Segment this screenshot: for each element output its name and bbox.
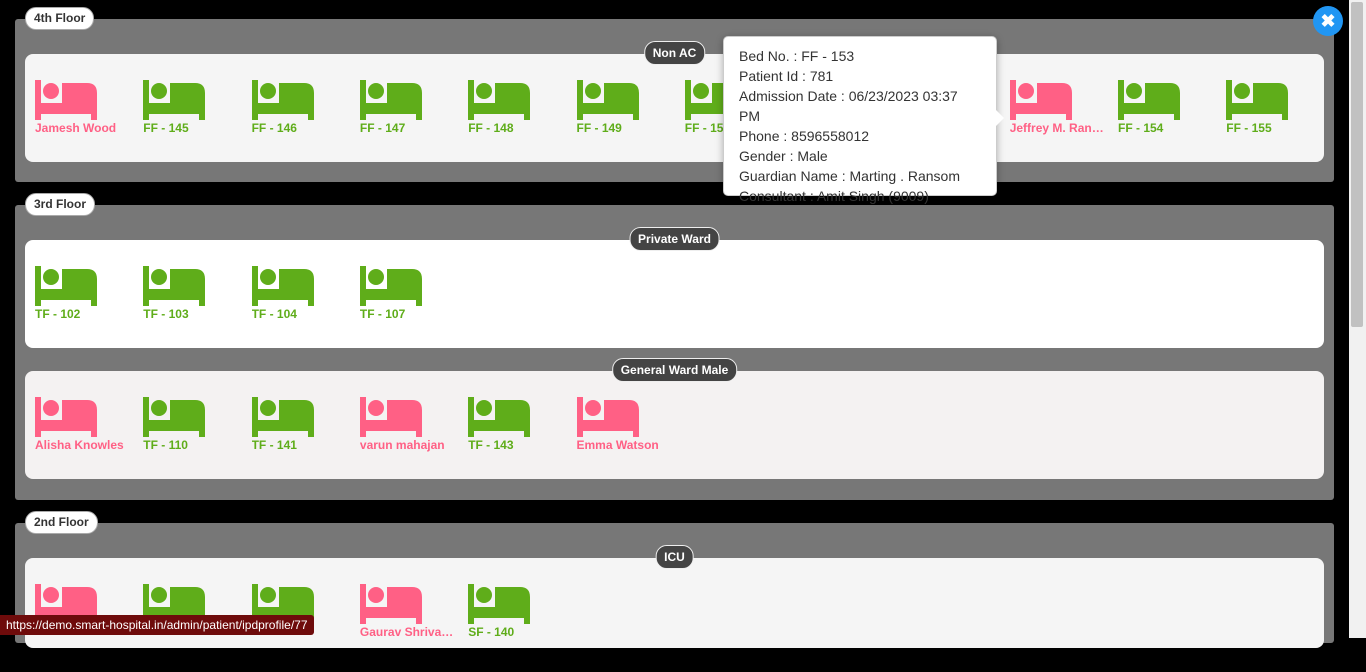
bed-item[interactable]: Jamesh Wood	[35, 80, 135, 140]
bed-icon	[251, 80, 314, 120]
ward-label: Non AC	[643, 41, 706, 65]
bed-item[interactable]	[35, 584, 135, 644]
bed-icon	[35, 80, 97, 120]
bed-item[interactable]: TF - 141	[251, 397, 352, 457]
bed-item[interactable]: FF - 154	[1118, 80, 1218, 140]
bed-item[interactable]: FF - 146	[251, 80, 352, 140]
bed-label: Emma Watson	[576, 438, 659, 452]
bed-icon	[35, 397, 97, 437]
bed-label: FF - 147	[359, 121, 406, 135]
bed-label: Gaurav Shrivastava	[359, 625, 456, 639]
bed-label: TF - 107	[359, 307, 406, 321]
bed-item[interactable]: FF - 148	[468, 80, 568, 140]
ward-label: Private Ward	[629, 227, 720, 251]
tooltip-arrow	[996, 110, 1004, 126]
bed-label: TF - 102	[35, 307, 81, 321]
bed-label: TF - 110	[143, 438, 188, 452]
close-icon: ✖	[1320, 11, 1336, 31]
bed-icon	[251, 266, 314, 306]
tooltip-guardian: Guardian Name : Marting . Ransom	[739, 168, 960, 184]
bed-label: FF - 155	[1226, 121, 1272, 135]
bed-icon	[359, 584, 422, 624]
bed-item[interactable]: TF - 103	[143, 266, 243, 326]
bed-icon	[143, 80, 206, 120]
bed-item[interactable]: FF - 145	[143, 80, 243, 140]
floor-4th: 4th Floor Non AC Jamesh Wood FF - 145 FF -…	[15, 7, 1334, 182]
ward-general-male: General Ward Male Alisha Knowles TF - 110…	[25, 358, 1324, 479]
bed-icon	[468, 80, 531, 120]
bed-item[interactable]: FF - 147	[359, 80, 460, 140]
bed-icon	[576, 80, 639, 120]
bed-item[interactable]	[143, 584, 243, 644]
bed-icon	[1226, 80, 1289, 120]
tooltip-bed-no: Bed No. : FF - 153	[739, 48, 855, 64]
bed-icon	[468, 397, 531, 437]
bed-icon	[359, 397, 422, 437]
bed-item[interactable]: TF - 110	[143, 397, 243, 457]
ward-private: Private Ward TF - 102 TF - 103 TF - 104 TF …	[25, 227, 1324, 348]
bed-item[interactable]: Alisha Knowles	[35, 397, 135, 457]
bed-icon	[35, 266, 97, 306]
tooltip-admission-date: Admission Date : 06/23/2023 03:37 PM	[739, 88, 958, 124]
bed-label: varun mahajan	[359, 438, 445, 452]
bed-icon	[1118, 80, 1180, 120]
bed-item[interactable]: SF - 140	[468, 584, 568, 644]
tooltip-gender: Gender : Male	[739, 148, 828, 164]
bed-item[interactable]: Jeffrey M. Ransom	[1009, 80, 1110, 140]
bed-label: Alisha Knowles	[35, 438, 124, 452]
bed-item[interactable]: FF - 149	[576, 80, 677, 140]
bed-item[interactable]: FF - 155	[1226, 80, 1326, 140]
bed-label: FF - 148	[468, 121, 514, 135]
tooltip-patient-id: Patient Id : 781	[739, 68, 834, 84]
bed-label: Jamesh Wood	[35, 121, 117, 135]
bed-item[interactable]	[251, 584, 352, 644]
bed-label: SF - 140	[468, 625, 515, 639]
close-button[interactable]: ✖	[1313, 6, 1343, 36]
scrollbar-thumb[interactable]	[1351, 2, 1363, 327]
bed-label: FF - 149	[576, 121, 622, 135]
bed-icon	[359, 80, 422, 120]
bed-item[interactable]: TF - 143	[468, 397, 568, 457]
bed-label: TF - 103	[143, 307, 189, 321]
floor-3rd: 3rd Floor Private Ward TF - 102 TF - 103 T…	[15, 193, 1334, 500]
bed-icon	[576, 397, 639, 437]
bed-icon	[143, 397, 206, 437]
bed-item[interactable]: TF - 107	[359, 266, 460, 326]
bed-item[interactable]: TF - 104	[251, 266, 352, 326]
bed-label: TF - 143	[468, 438, 514, 452]
bed-item[interactable]: Emma Watson	[576, 397, 677, 457]
bed-label: TF - 141	[251, 438, 297, 452]
bed-label: TF - 104	[251, 307, 297, 321]
patient-tooltip: Bed No. : FF - 153 Patient Id : 781 Admi…	[723, 36, 1004, 204]
bed-label: Jeffrey M. Ransom	[1009, 121, 1106, 135]
status-bar-url: https://demo.smart-hospital.in/admin/pat…	[0, 615, 314, 635]
bed-icon	[468, 584, 531, 624]
scrollbar[interactable]	[1349, 0, 1366, 638]
tooltip-phone: Phone : 8596558012	[739, 128, 870, 144]
bed-item[interactable]: TF - 102	[35, 266, 135, 326]
bed-label: FF - 145	[143, 121, 189, 135]
bed-icon	[251, 397, 314, 437]
bed-label: FF - 146	[251, 121, 297, 135]
floor-label: 2nd Floor	[25, 511, 98, 534]
ward-label: General Ward Male	[611, 358, 738, 382]
floor-label: 4th Floor	[25, 7, 95, 30]
bed-icon	[1009, 80, 1072, 120]
bed-label: FF - 154	[1118, 121, 1164, 135]
bed-icon	[143, 266, 206, 306]
floor-label: 3rd Floor	[25, 193, 96, 216]
ward-non-ac: Non AC Jamesh Wood FF - 145 FF - 146 FF - 1…	[25, 41, 1326, 162]
bed-item[interactable]: varun mahajan	[359, 397, 460, 457]
ward-label: ICU	[655, 545, 694, 569]
bed-icon	[359, 266, 422, 306]
bed-item[interactable]: Gaurav Shrivastava	[359, 584, 460, 644]
tooltip-consultant: Consultant : Amit Singh (9009)	[739, 188, 929, 204]
